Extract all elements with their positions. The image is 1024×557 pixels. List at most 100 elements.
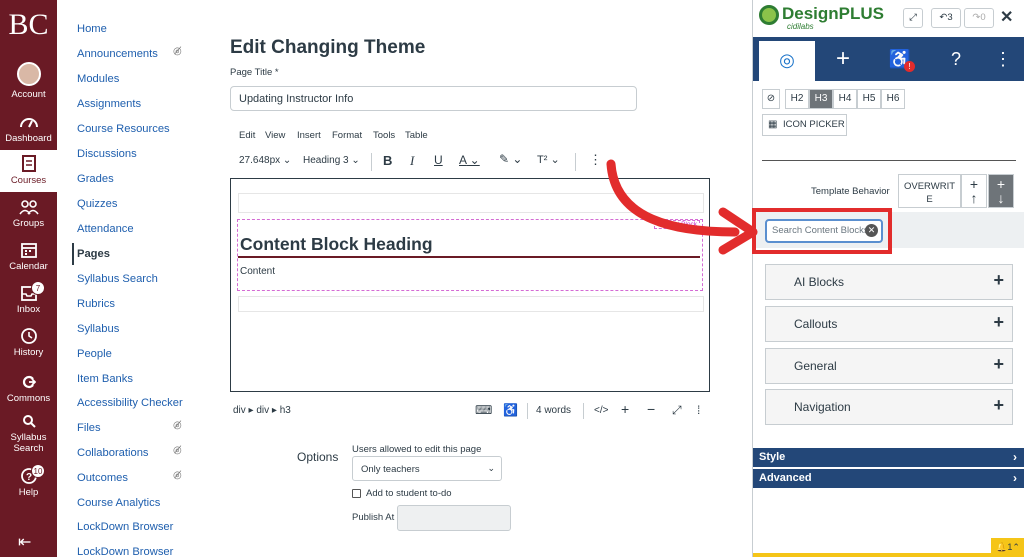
accordion-navigation[interactable]: Navigation + bbox=[765, 389, 1013, 425]
global-nav-help[interactable]: ? 10 Help bbox=[0, 464, 57, 498]
global-nav-inbox[interactable]: 7 Inbox bbox=[0, 281, 57, 315]
heading-h5-button[interactable]: H5 bbox=[857, 89, 881, 109]
global-nav-groups[interactable]: Groups bbox=[0, 198, 57, 229]
tab-plus-icon[interactable]: + bbox=[815, 37, 871, 81]
course-nav-discussions[interactable]: Discussions bbox=[77, 148, 137, 160]
course-nav-syllabus[interactable]: Syllabus bbox=[77, 323, 119, 335]
groups-icon bbox=[18, 200, 39, 215]
global-nav-calendar[interactable]: Calendar bbox=[0, 241, 57, 272]
highlight-color-icon[interactable]: ✎ ⌄ bbox=[499, 152, 522, 166]
course-nav-assignments[interactable]: Assignments bbox=[77, 98, 141, 110]
element-path[interactable]: div ▸ div ▸ h3 bbox=[233, 405, 291, 416]
menu-table[interactable]: Table bbox=[405, 130, 428, 141]
accordion-ai-blocks[interactable]: AI Blocks + bbox=[765, 264, 1013, 300]
zoom-in-icon[interactable]: + bbox=[621, 401, 629, 417]
close-icon[interactable]: ✕ bbox=[1000, 7, 1013, 27]
student-todo-checkbox[interactable] bbox=[352, 489, 361, 498]
page-title-input[interactable]: Updating Instructor Info bbox=[230, 86, 637, 111]
heading-h2-button[interactable]: H2 bbox=[785, 89, 809, 109]
menu-tools[interactable]: Tools bbox=[373, 130, 395, 141]
collapse-nav-icon[interactable]: ⇤ bbox=[18, 532, 31, 552]
tab-target-icon[interactable]: ◎ bbox=[759, 37, 815, 81]
status-separator bbox=[527, 403, 528, 419]
global-nav-courses[interactable]: Courses bbox=[0, 150, 57, 192]
notification-bell[interactable]: 🔔1⌃ bbox=[991, 538, 1024, 557]
italic-button[interactable]: I bbox=[410, 153, 414, 169]
expand-icon[interactable]: ⤢ bbox=[903, 8, 923, 28]
content-block-text[interactable]: Content bbox=[240, 266, 275, 277]
font-size-select[interactable]: 27.648px ⌄ bbox=[239, 155, 291, 166]
icon-picker-button[interactable]: ▦ ICON PICKER bbox=[762, 114, 847, 136]
hidden-eye-icon: ◎̸ bbox=[173, 46, 182, 57]
heading-h4-button[interactable]: H4 bbox=[833, 89, 857, 109]
course-nav-modules[interactable]: Modules bbox=[77, 73, 119, 85]
keyboard-shortcuts-icon[interactable]: ⌨ bbox=[475, 403, 492, 417]
course-nav-lockdown-browser[interactable]: LockDown Browser bbox=[77, 521, 173, 533]
superscript-glyph: T² bbox=[537, 154, 548, 166]
options-label: Options bbox=[297, 450, 339, 464]
course-nav-accessibility-checker[interactable]: Accessibility Checker bbox=[77, 397, 183, 409]
page-editor: Edit Changing Theme Page Title * Updatin… bbox=[207, 0, 752, 557]
institution-logo[interactable]: BC bbox=[0, 8, 57, 42]
course-nav-rubrics[interactable]: Rubrics bbox=[77, 298, 115, 310]
course-nav-announcements[interactable]: Announcements bbox=[77, 48, 158, 60]
style-section-bar[interactable]: Style › bbox=[753, 448, 1024, 467]
tab-accessibility-icon[interactable]: ♿! bbox=[872, 37, 928, 81]
course-nav-home[interactable]: Home bbox=[77, 23, 107, 35]
heading-h6-button[interactable]: H6 bbox=[881, 89, 905, 109]
menu-edit[interactable]: Edit bbox=[239, 130, 255, 141]
zoom-out-icon[interactable]: − bbox=[647, 401, 655, 417]
edit-permission-select[interactable]: Only teachers ⌄ bbox=[352, 456, 502, 481]
insert-below-button[interactable]: + ↓ bbox=[988, 174, 1014, 208]
text-color-button[interactable]: A ⌄ bbox=[459, 153, 480, 167]
content-block-heading[interactable]: Content Block Heading bbox=[240, 234, 433, 255]
global-nav-syllabus-search[interactable]: Syllabus Search bbox=[0, 412, 57, 454]
underline-button[interactable]: U bbox=[434, 153, 443, 167]
insert-above-button[interactable]: + ↑ bbox=[961, 174, 987, 208]
course-nav-course-analytics[interactable]: Course Analytics bbox=[77, 497, 160, 509]
accordion-callouts[interactable]: Callouts + bbox=[765, 306, 1013, 342]
global-nav-history[interactable]: History bbox=[0, 327, 57, 358]
course-nav-files[interactable]: Files bbox=[77, 422, 101, 434]
global-nav-label: Commons bbox=[6, 393, 51, 404]
course-nav-course-resources[interactable]: Course Resources bbox=[77, 123, 170, 135]
course-nav-syllabus-search[interactable]: Syllabus Search bbox=[77, 273, 158, 285]
redo-button[interactable]: ↷0 bbox=[964, 8, 994, 28]
course-nav-item-banks[interactable]: Item Banks bbox=[77, 373, 133, 385]
global-nav-commons[interactable]: Commons bbox=[0, 373, 57, 404]
menu-insert[interactable]: Insert bbox=[297, 130, 321, 141]
commons-icon bbox=[22, 375, 36, 389]
accordion-general[interactable]: General + bbox=[765, 348, 1013, 384]
course-nav-pages[interactable]: Pages bbox=[77, 248, 110, 260]
designplus-leaf-icon bbox=[759, 4, 779, 25]
superscript-button[interactable]: T² ⌄ bbox=[537, 153, 560, 166]
course-nav-collaborations[interactable]: Collaborations bbox=[77, 447, 149, 459]
no-heading-icon[interactable]: ⊘ bbox=[762, 89, 780, 109]
menu-view[interactable]: View bbox=[265, 130, 285, 141]
undo-button[interactable]: ↶3 bbox=[931, 8, 961, 28]
accessibility-alert-icon: ! bbox=[904, 61, 915, 72]
annotation-arrow-icon bbox=[606, 159, 758, 255]
bold-button[interactable]: B bbox=[383, 153, 392, 168]
global-nav-dashboard[interactable]: Dashboard bbox=[0, 113, 57, 144]
course-nav-outcomes[interactable]: Outcomes bbox=[77, 472, 128, 484]
global-nav-account[interactable]: Account bbox=[0, 62, 57, 100]
global-nav-label: Inbox bbox=[16, 304, 41, 315]
heading-h3-button[interactable]: H3 bbox=[809, 89, 833, 109]
fullscreen-icon[interactable]: ⤢ bbox=[672, 403, 682, 418]
tab-more-icon[interactable]: ⋮ bbox=[975, 37, 1024, 81]
course-nav-attendance[interactable]: Attendance bbox=[77, 223, 134, 235]
menu-format[interactable]: Format bbox=[332, 130, 362, 141]
course-nav-quizzes[interactable]: Quizzes bbox=[77, 198, 117, 210]
resize-handle-icon[interactable]: ⁞ bbox=[697, 403, 700, 417]
course-nav-grades[interactable]: Grades bbox=[77, 173, 114, 185]
advanced-section-bar[interactable]: Advanced › bbox=[753, 469, 1024, 488]
html-editor-button[interactable]: </> bbox=[594, 405, 608, 416]
course-nav-people[interactable]: People bbox=[77, 348, 112, 360]
course-nav-lockdown-browser-2[interactable]: LockDown Browser bbox=[77, 546, 173, 557]
publish-at-input[interactable] bbox=[397, 505, 511, 531]
block-format-select[interactable]: Heading 3 ⌄ bbox=[303, 155, 360, 166]
overwrite-button[interactable]: OVERWRITE bbox=[898, 174, 961, 208]
accessibility-checker-icon[interactable]: ♿ bbox=[503, 403, 518, 417]
word-count[interactable]: 4 words bbox=[536, 405, 571, 416]
